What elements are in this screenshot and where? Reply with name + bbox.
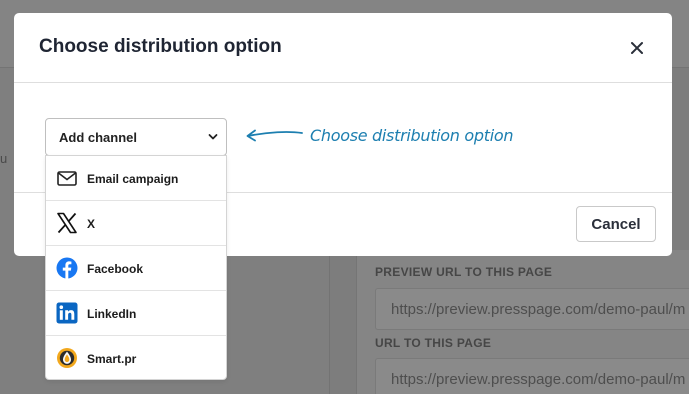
menu-item-smartpr[interactable]: Smart.pr bbox=[46, 336, 226, 381]
add-channel-label: Add channel bbox=[59, 130, 138, 145]
menu-item-label: Smart.pr bbox=[87, 352, 137, 366]
x-logo-icon bbox=[57, 212, 77, 234]
arrow-left-icon bbox=[246, 129, 303, 142]
menu-item-email-campaign[interactable]: Email campaign bbox=[46, 156, 226, 201]
preview-url-label: PREVIEW URL TO THIS PAGE bbox=[375, 265, 553, 279]
menu-item-label: Email campaign bbox=[87, 172, 179, 186]
modal-header: Choose distribution option bbox=[14, 13, 672, 83]
modal-title: Choose distribution option bbox=[39, 36, 282, 57]
add-channel-select[interactable]: Add channel bbox=[45, 118, 227, 156]
menu-item-label: Facebook bbox=[87, 262, 144, 276]
preview-url-field: https://preview.presspage.com/demo-paul/… bbox=[375, 288, 689, 330]
close-icon bbox=[631, 42, 643, 54]
hint-annotation: Choose distribution option bbox=[310, 126, 514, 145]
chevron-down-icon bbox=[208, 134, 218, 140]
envelope-icon bbox=[57, 171, 77, 186]
facebook-icon bbox=[56, 257, 78, 279]
channel-menu: Email campaign X Facebook LinkedIn Smart… bbox=[45, 155, 227, 380]
cancel-button[interactable]: Cancel bbox=[576, 206, 656, 242]
menu-item-label: X bbox=[87, 217, 96, 231]
menu-item-label: LinkedIn bbox=[87, 307, 137, 321]
menu-item-x[interactable]: X bbox=[46, 201, 226, 246]
menu-item-linkedin[interactable]: LinkedIn bbox=[46, 291, 226, 336]
smartpr-icon bbox=[57, 348, 77, 368]
background-left-text: u bbox=[0, 151, 8, 166]
page-url-field: https://preview.presspage.com/demo-paul/… bbox=[375, 358, 689, 394]
close-button[interactable] bbox=[626, 37, 648, 59]
linkedin-icon bbox=[56, 302, 78, 324]
menu-item-facebook[interactable]: Facebook bbox=[46, 246, 226, 291]
page-url-label: URL TO THIS PAGE bbox=[375, 336, 492, 350]
